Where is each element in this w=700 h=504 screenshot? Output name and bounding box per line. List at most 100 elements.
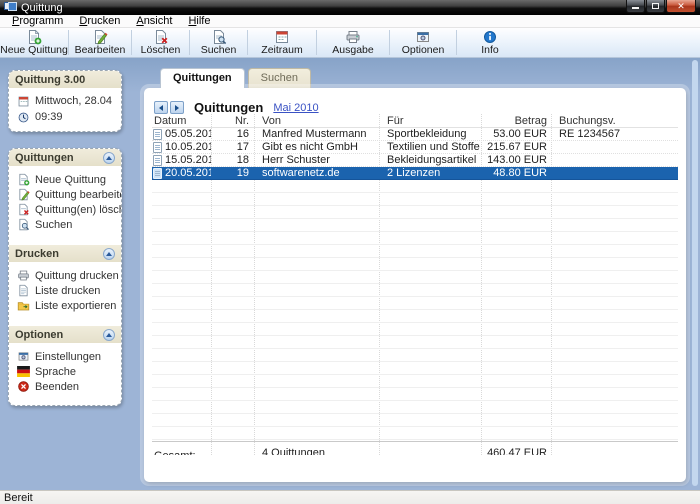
table-row[interactable]: 15.05.2010 18 Herr Schuster Bekleidungsa… xyxy=(152,154,678,167)
info-icon xyxy=(482,29,498,45)
tab-quittungen[interactable]: Quittungen xyxy=(160,68,245,88)
sidebar-item-einstellungen[interactable]: Einstellungen xyxy=(9,349,121,364)
app-version-label: Quittung 3.00 xyxy=(15,74,85,86)
receipt-doc-icon xyxy=(153,155,162,166)
sidebar-item-quittung-loeschen[interactable]: Quittung(en) löschen xyxy=(9,202,121,217)
page-add-icon xyxy=(26,29,42,45)
sidebar-item-quittung-drucken[interactable]: Quittung drucken xyxy=(9,268,121,283)
column-header-fuer[interactable]: Für xyxy=(379,114,481,127)
output-button[interactable]: Ausgabe xyxy=(317,28,389,57)
tab-suchen[interactable]: Suchen xyxy=(248,68,311,88)
menu-drucken[interactable]: Drucken xyxy=(71,15,128,27)
menu-ansicht[interactable]: Ansicht xyxy=(128,15,180,27)
column-header-nr[interactable]: Nr. xyxy=(211,114,254,127)
sidebar-item-liste-exportieren[interactable]: Liste exportieren xyxy=(9,298,121,313)
toolbar-label: Bearbeiten xyxy=(75,45,126,56)
page-delete-icon xyxy=(153,29,169,45)
table-row[interactable]: 10.05.2010 17 Gibt es nicht GmbH Textili… xyxy=(152,141,678,154)
app-icon xyxy=(4,2,17,13)
menu-programm[interactable]: Programm xyxy=(4,15,71,27)
page-add-icon xyxy=(17,173,30,186)
collapse-button[interactable] xyxy=(103,152,115,164)
table-row-selected[interactable]: 20.05.2010 19 softwarenetz.de 2 Lizenzen… xyxy=(152,167,678,180)
main-area: Quittungen Suchen Quittungen Mai 2010 xyxy=(130,58,700,490)
receipt-doc-icon xyxy=(153,129,162,140)
table-footer: Gesamt: 4 Quittungen 460.47 EUR xyxy=(152,441,678,455)
calendar-icon xyxy=(274,29,290,45)
receipt-count: 4 Quittungen xyxy=(254,447,379,455)
settings-window-icon xyxy=(17,350,30,363)
title-bar: Quittung ✕ xyxy=(0,0,700,15)
total-label: Gesamt: xyxy=(152,447,211,455)
maximize-button[interactable] xyxy=(646,0,665,13)
sidebar-item-suchen[interactable]: Suchen xyxy=(9,217,121,232)
sidebar-item-quittung-bearbeiten[interactable]: Quittung bearbeiten xyxy=(9,187,121,202)
toolbar: Neue Quittung Bearbeiten Löschen Suchen … xyxy=(0,28,700,58)
column-header-datum[interactable]: Datum xyxy=(152,114,211,127)
german-flag-icon xyxy=(17,366,30,377)
table-header: Datum Nr. Von Für Betrag Buchungsv. xyxy=(152,114,678,128)
page-delete-icon xyxy=(17,203,30,216)
collapse-button[interactable] xyxy=(103,329,115,341)
toolbar-label: Neue Quittung xyxy=(0,45,68,56)
close-button[interactable]: ✕ xyxy=(666,0,696,13)
page-search-icon xyxy=(211,29,227,45)
content-panel: Quittungen Mai 2010 Datum Nr. Von Für Be… xyxy=(144,88,686,482)
toolbar-label: Optionen xyxy=(402,45,445,56)
section-header-quittungen: Quittungen xyxy=(9,149,121,166)
tab-strip: Quittungen Suchen xyxy=(160,68,311,88)
toolbar-label: Ausgabe xyxy=(332,45,373,56)
app-body: Quittung 3.00 Mittwoch, 28.04 09:39 Quit… xyxy=(0,58,700,490)
total-amount: 460.47 EUR xyxy=(481,447,551,455)
period-button[interactable]: Zeitraum xyxy=(248,28,316,57)
version-info-box: Quittung 3.00 Mittwoch, 28.04 09:39 xyxy=(8,70,122,132)
printer-icon xyxy=(345,29,361,45)
empty-rows-area xyxy=(152,180,678,441)
window-title: Quittung xyxy=(21,2,63,14)
period-link[interactable]: Mai 2010 xyxy=(273,102,318,114)
receipt-doc-icon xyxy=(153,168,162,179)
current-date: Mittwoch, 28.04 xyxy=(35,95,112,107)
column-header-von[interactable]: Von xyxy=(254,114,379,127)
previous-month-button[interactable] xyxy=(154,101,168,114)
page-icon xyxy=(17,284,30,297)
receipts-table: Datum Nr. Von Für Betrag Buchungsv. 05.0… xyxy=(152,114,678,455)
toolbar-label: Löschen xyxy=(141,45,181,56)
toolbar-label: Zeitraum xyxy=(261,45,302,56)
chevron-right-icon xyxy=(175,105,179,111)
info-button[interactable]: Info xyxy=(457,28,523,57)
receipt-doc-icon xyxy=(153,142,162,153)
options-window-icon xyxy=(415,29,431,45)
sidebar-item-beenden[interactable]: Beenden xyxy=(9,379,121,394)
calendar-icon xyxy=(17,95,30,108)
next-month-button[interactable] xyxy=(170,101,184,114)
toolbar-label: Suchen xyxy=(201,45,237,56)
sidebar-item-liste-drucken[interactable]: Liste drucken xyxy=(9,283,121,298)
sidebar: Quittung 3.00 Mittwoch, 28.04 09:39 Quit… xyxy=(0,58,130,490)
chevron-left-icon xyxy=(159,105,163,111)
collapse-button[interactable] xyxy=(103,248,115,260)
sidebar-item-sprache[interactable]: Sprache xyxy=(9,364,121,379)
minimize-button[interactable] xyxy=(626,0,645,13)
app-window: Quittung ✕ Programm Drucken Ansicht Hilf… xyxy=(0,0,700,504)
quit-icon xyxy=(17,380,30,393)
sidebar-item-neue-quittung[interactable]: Neue Quittung xyxy=(9,172,121,187)
section-header-optionen: Optionen xyxy=(9,326,121,343)
delete-button[interactable]: Löschen xyxy=(132,28,189,57)
edit-button[interactable]: Bearbeiten xyxy=(69,28,131,57)
options-button[interactable]: Optionen xyxy=(390,28,456,57)
current-time: 09:39 xyxy=(35,111,63,123)
search-button[interactable]: Suchen xyxy=(190,28,247,57)
toolbar-label: Info xyxy=(481,45,499,56)
column-header-betrag[interactable]: Betrag xyxy=(481,114,551,127)
folder-export-icon xyxy=(17,299,30,312)
new-receipt-button[interactable]: Neue Quittung xyxy=(0,28,68,57)
printer-icon xyxy=(17,269,30,282)
task-pane: Quittungen Neue Quittung Quittung bearbe… xyxy=(8,148,122,406)
table-row[interactable]: 05.05.2010 16 Manfred Mustermann Sportbe… xyxy=(152,128,678,141)
menu-hilfe[interactable]: Hilfe xyxy=(180,15,218,27)
status-bar: Bereit xyxy=(0,490,700,504)
column-header-buchungsv[interactable]: Buchungsv. xyxy=(551,114,678,127)
page-edit-icon xyxy=(92,29,108,45)
page-edit-icon xyxy=(17,188,30,201)
